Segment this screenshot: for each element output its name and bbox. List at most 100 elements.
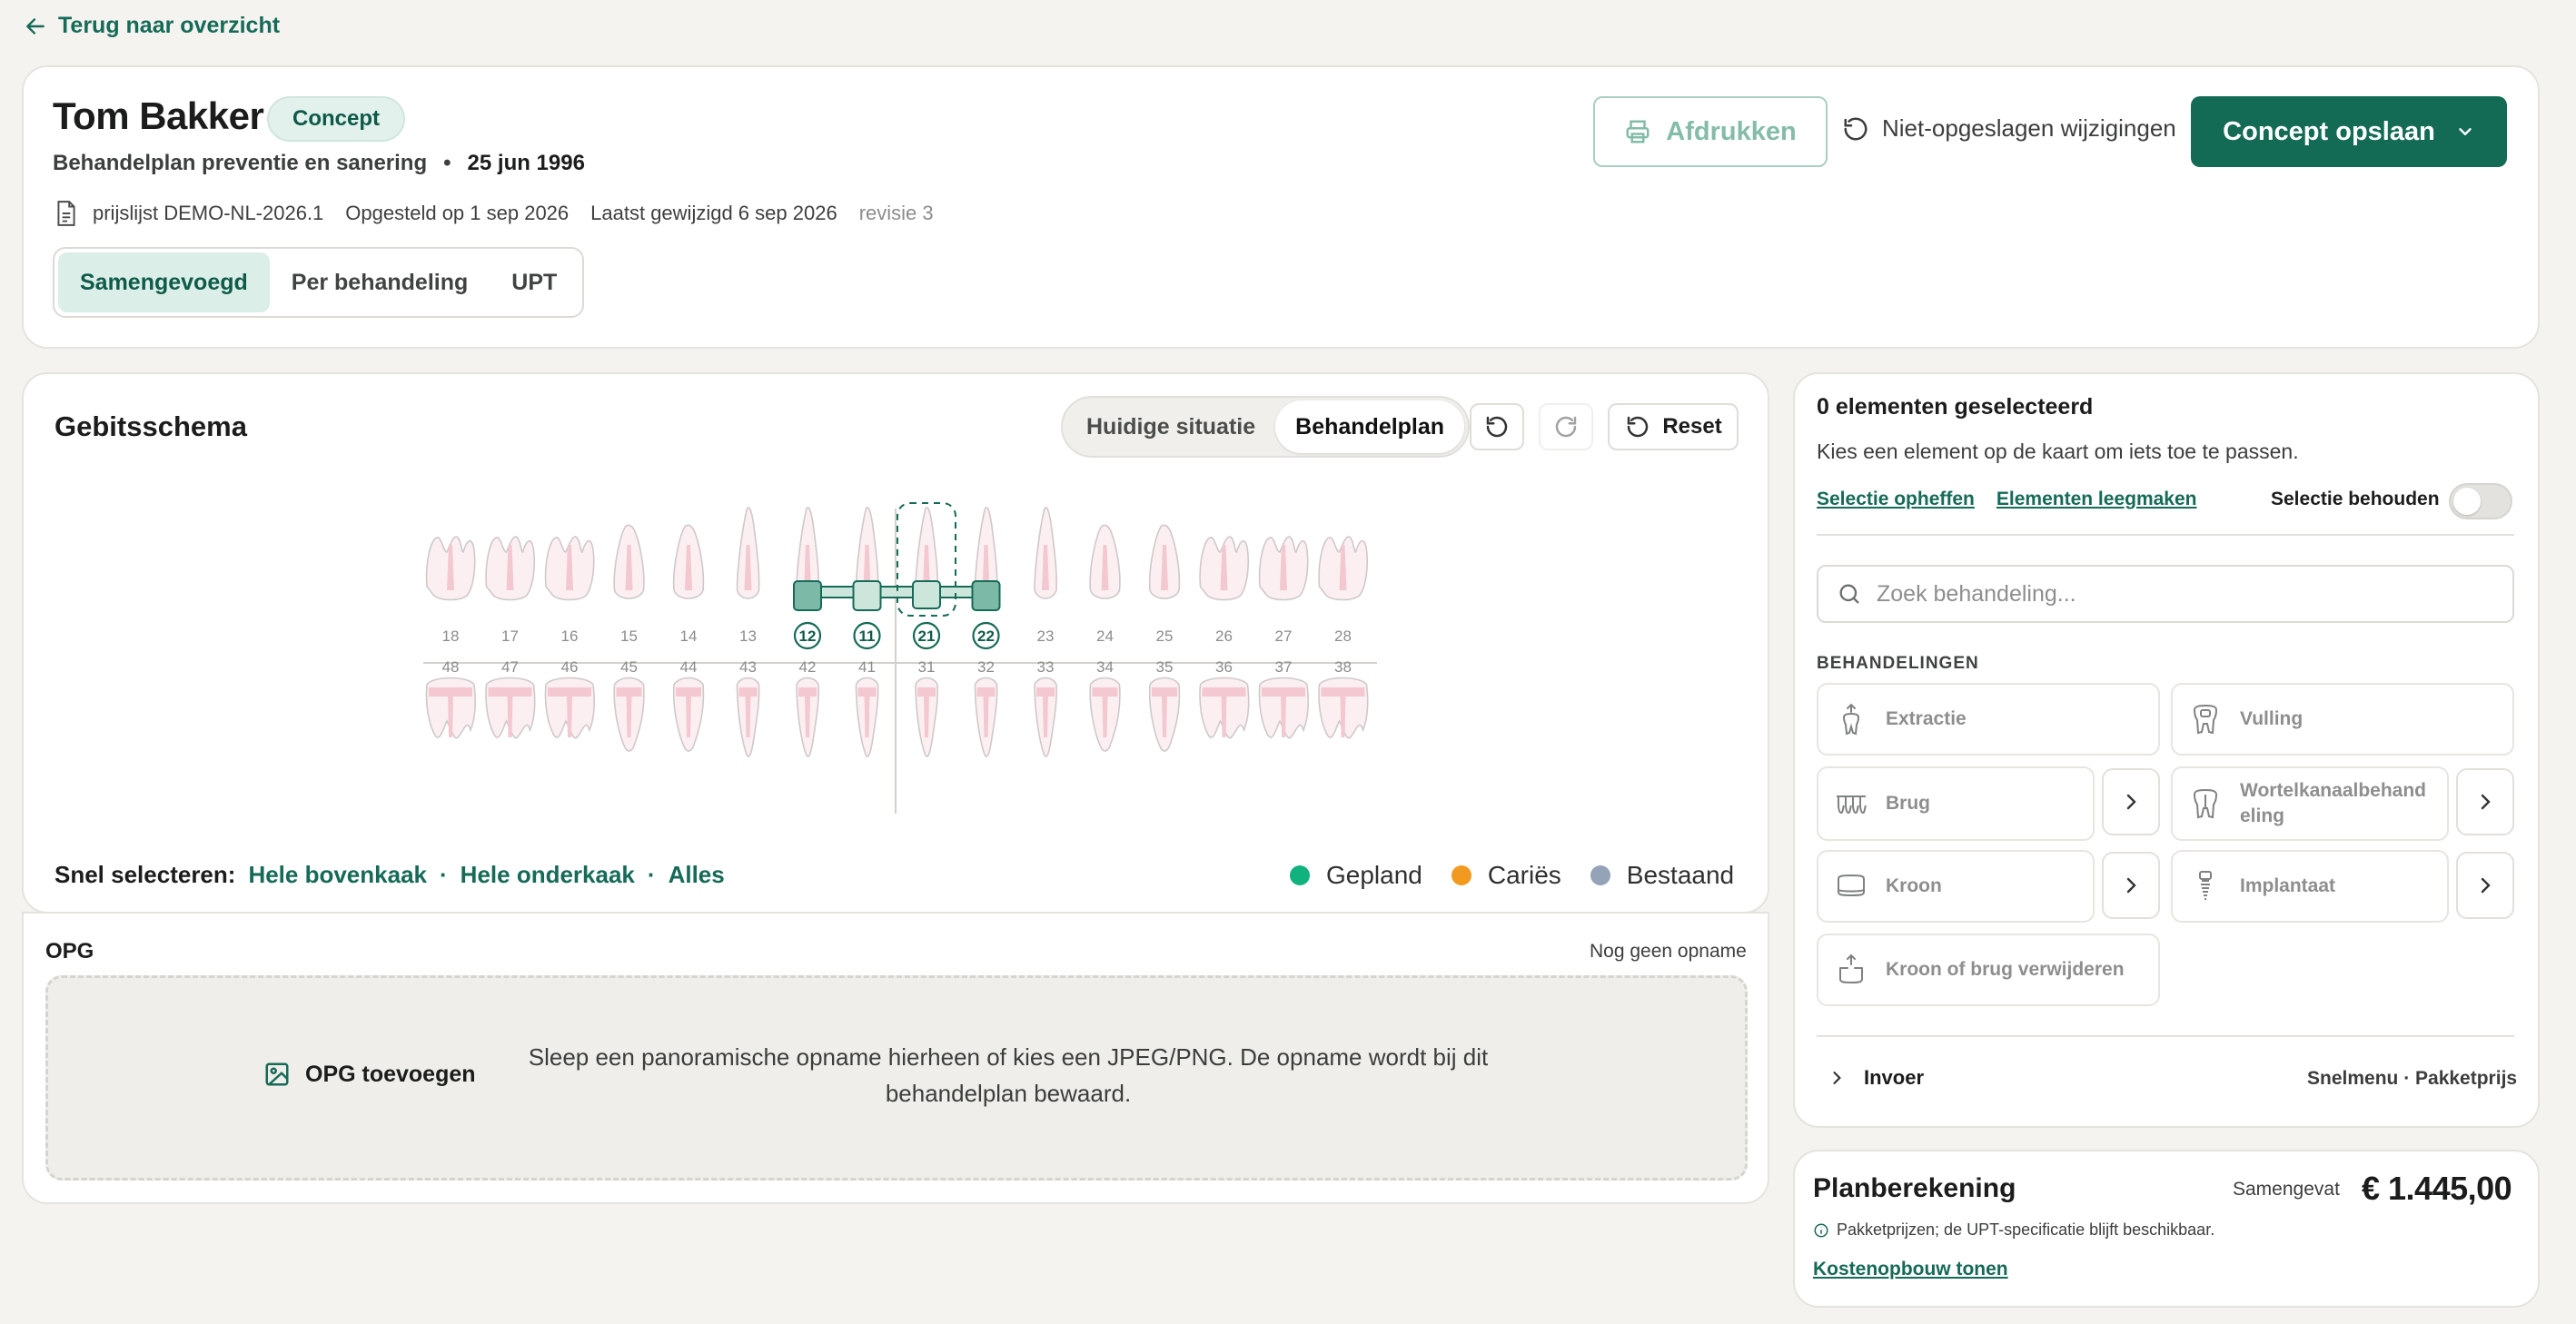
crown-icon xyxy=(1838,874,1865,897)
tooth-22[interactable]: 22 xyxy=(972,507,1000,650)
search-icon xyxy=(1839,584,1859,604)
tooth-16[interactable]: 16 xyxy=(544,536,595,645)
tooth-38[interactable]: 38 xyxy=(1318,658,1369,739)
redo-button[interactable] xyxy=(1539,403,1593,450)
tab-samengevoegd[interactable]: Samengevoegd xyxy=(58,252,270,312)
opg-status: Nog geen opname xyxy=(1590,941,1747,962)
tab-upt[interactable]: UPT xyxy=(490,252,579,312)
treatment-implantaat[interactable]: Implantaat xyxy=(2171,850,2449,923)
chevron-right-icon xyxy=(2126,794,2136,810)
treatment-search[interactable]: Zoek behandeling... xyxy=(1817,565,2514,623)
divider xyxy=(1817,534,2514,536)
save-concept-button[interactable]: Concept opslaan xyxy=(2191,96,2507,167)
opg-add-label: OPG toevoegen xyxy=(305,1061,476,1087)
tooth-13[interactable]: 13 xyxy=(736,507,760,645)
tooth-34[interactable]: 34 xyxy=(1089,658,1121,752)
tooth-chart[interactable]: 18 17 16 15 14 13 12 11 21 22 23 24 25 26 27 28 48 47 46 4… xyxy=(414,499,1386,817)
empty-elements-link[interactable]: Elementen leegmaken xyxy=(1996,489,2197,510)
separator: • xyxy=(443,151,451,175)
reset-button[interactable]: Reset xyxy=(1608,403,1739,450)
tooth-46[interactable]: 46 xyxy=(544,658,595,739)
wortelkanaal-more-button[interactable] xyxy=(2456,768,2514,835)
tooth-36[interactable]: 36 xyxy=(1199,658,1250,739)
tooth-pulp xyxy=(864,694,870,737)
tooth-43[interactable]: 43 xyxy=(736,658,760,757)
treatment-vulling[interactable]: Vulling xyxy=(2171,683,2514,756)
tooth-44[interactable]: 44 xyxy=(672,658,705,752)
tooth-42[interactable]: 42 xyxy=(796,658,819,757)
undo-button[interactable] xyxy=(1470,403,1524,450)
treatment-extractie[interactable]: Extractie xyxy=(1817,683,2160,756)
tooth-41[interactable]: 41 xyxy=(855,658,879,757)
tooth-pulp xyxy=(1221,694,1227,737)
tooth-11[interactable]: 11 xyxy=(853,507,881,650)
treatment-wortelkanaal[interactable]: Wortelkanaalbehandeling xyxy=(2171,766,2449,841)
tooth-45[interactable]: 45 xyxy=(613,658,645,752)
clear-selection-link[interactable]: Selectie opheffen xyxy=(1817,489,1975,510)
treatment-label: Implantaat xyxy=(2240,875,2336,896)
image-icon xyxy=(265,1062,289,1086)
back-link-label: Terug naar overzicht xyxy=(58,13,281,38)
tooth-15[interactable]: 15 xyxy=(613,524,645,645)
tooth-35[interactable]: 35 xyxy=(1148,658,1181,752)
tab-per-behandeling[interactable]: Per behandeling xyxy=(270,252,490,312)
opg-add-button[interactable]: OPG toevoegen xyxy=(263,1061,476,1088)
tooth-33[interactable]: 33 xyxy=(1034,658,1057,757)
tooth-number: 31 xyxy=(918,658,936,676)
tooth-23[interactable]: 23 xyxy=(1034,507,1057,645)
tooth-17[interactable]: 17 xyxy=(485,536,536,645)
tooth-21[interactable]: 21 xyxy=(912,507,941,650)
keep-selection-label: Selectie behouden xyxy=(2271,489,2440,509)
tooth-28[interactable]: 28 xyxy=(1318,536,1369,645)
tooth-26[interactable]: 26 xyxy=(1199,536,1250,645)
tooth-47[interactable]: 47 xyxy=(485,658,536,739)
implantaat-more-button[interactable] xyxy=(2456,852,2514,919)
treatment-brug[interactable]: Brug xyxy=(1817,766,2095,841)
back-link[interactable]: Terug naar overzicht xyxy=(24,13,280,39)
tooth-48[interactable]: 48 xyxy=(425,658,476,739)
select-lower-jaw[interactable]: Hele onderkaak xyxy=(461,861,635,889)
mode-current[interactable]: Huidige situatie xyxy=(1066,400,1275,453)
tooth-24[interactable]: 24 xyxy=(1089,524,1121,645)
tooth-12[interactable]: 12 xyxy=(793,507,822,650)
selection-actions: Selectie opheffen Elementen leegmaken xyxy=(1817,489,2196,510)
tooth-25[interactable]: 25 xyxy=(1148,524,1181,645)
kroon-more-button[interactable] xyxy=(2102,852,2160,919)
tooth-pulp xyxy=(983,694,989,737)
select-all[interactable]: Alles xyxy=(669,861,725,889)
plan-mode: Samengevat xyxy=(2233,1179,2340,1200)
input-hint: Snelmenu · Pakketprijs xyxy=(2307,1068,2518,1089)
tooth-pulp xyxy=(686,694,691,737)
mode-plan[interactable]: Behandelplan xyxy=(1275,400,1465,453)
treatment-kroon-verwijderen[interactable]: Kroon of brug verwijderen xyxy=(1817,934,2160,1006)
treatment-kroon[interactable]: Kroon xyxy=(1817,850,2095,923)
input-expander[interactable]: Invoer xyxy=(1828,1066,1924,1090)
patient-name: Tom Bakker xyxy=(53,94,264,137)
brug-more-button[interactable] xyxy=(2102,768,2160,835)
print-button[interactable]: Afdrukken xyxy=(1593,96,1828,167)
tooth-18[interactable]: 18 xyxy=(425,536,476,645)
keep-selection-toggle[interactable] xyxy=(2449,483,2512,519)
tooth-37[interactable]: 37 xyxy=(1258,658,1309,739)
tooth-number: 22 xyxy=(977,627,995,645)
created-date: Opgesteld op 1 sep 2026 xyxy=(345,202,570,224)
tooth-27[interactable]: 27 xyxy=(1258,536,1309,645)
chart-mode-toggle: Huidige situatie Behandelplan xyxy=(1061,396,1471,458)
legend-label: Cariës xyxy=(1487,861,1561,889)
bridge-abutment xyxy=(793,580,822,611)
select-upper-jaw[interactable]: Hele bovenkaak xyxy=(248,861,427,889)
tooth-pulp xyxy=(507,694,513,737)
tooth-number: 24 xyxy=(1096,627,1114,645)
tooth-14[interactable]: 14 xyxy=(672,524,705,645)
tooth-31[interactable]: 31 xyxy=(915,658,938,757)
tooth-number: 14 xyxy=(680,627,698,645)
legend-dot xyxy=(1451,865,1471,885)
legend-label: Gepland xyxy=(1326,861,1422,889)
cost-breakdown-link[interactable]: Kostenopbouw tonen xyxy=(1813,1259,2008,1280)
tooth-32[interactable]: 32 xyxy=(974,658,998,757)
chevron-right-icon xyxy=(2126,877,2136,894)
opg-drop-text: Sleep een panoramische opname hierheen o… xyxy=(528,1043,1489,1107)
tooth-number: 17 xyxy=(501,627,519,645)
reset-icon xyxy=(1628,416,1649,438)
legend-existing: Bestaand xyxy=(1590,861,1734,890)
